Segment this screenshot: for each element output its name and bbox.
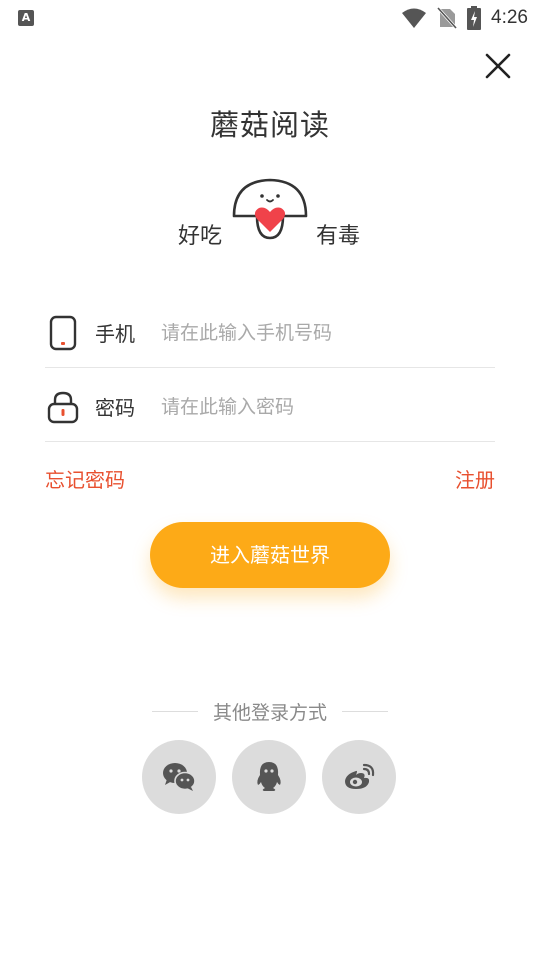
slogan-left: 好吃 bbox=[178, 224, 223, 249]
text-a-icon: A bbox=[18, 10, 34, 26]
status-bar: A 4:26 bbox=[0, 0, 540, 36]
wechat-login-button[interactable] bbox=[142, 740, 216, 814]
other-login-divider: 其他登录方式 bbox=[0, 698, 540, 724]
password-field-row: 密码 bbox=[45, 372, 495, 442]
password-input[interactable] bbox=[161, 395, 481, 418]
close-icon bbox=[485, 53, 511, 79]
wifi-icon bbox=[402, 8, 427, 28]
no-sim-icon bbox=[437, 7, 458, 29]
weibo-icon bbox=[345, 763, 375, 789]
phone-input[interactable] bbox=[161, 321, 481, 344]
lock-icon bbox=[45, 387, 81, 427]
phone-icon bbox=[45, 313, 81, 353]
slogan-right: 有毒 bbox=[316, 224, 361, 249]
other-login-label: 其他登录方式 bbox=[212, 701, 327, 724]
status-icons: 4:26 bbox=[401, 4, 528, 32]
divider-line-right bbox=[342, 710, 388, 712]
password-label: 密码 bbox=[95, 396, 135, 420]
register-link[interactable]: 注册 bbox=[455, 464, 495, 493]
login-button[interactable]: 进入蘑菇世界 bbox=[150, 522, 390, 588]
qq-login-button[interactable] bbox=[232, 740, 306, 814]
battery-charging-icon bbox=[467, 6, 482, 30]
phone-field-row: 手机 bbox=[45, 298, 495, 368]
mushroom-logo-icon bbox=[232, 178, 308, 240]
divider-line-left bbox=[151, 710, 198, 712]
phone-label: 手机 bbox=[95, 322, 135, 346]
wechat-icon bbox=[163, 763, 196, 791]
clock-time: 4:26 bbox=[491, 7, 528, 28]
forgot-password-link[interactable]: 忘记密码 bbox=[45, 464, 125, 493]
qq-icon bbox=[257, 762, 281, 791]
close-button[interactable] bbox=[480, 48, 516, 84]
app-title: 蘑菇阅读 bbox=[209, 108, 330, 142]
weibo-login-button[interactable] bbox=[322, 740, 396, 814]
